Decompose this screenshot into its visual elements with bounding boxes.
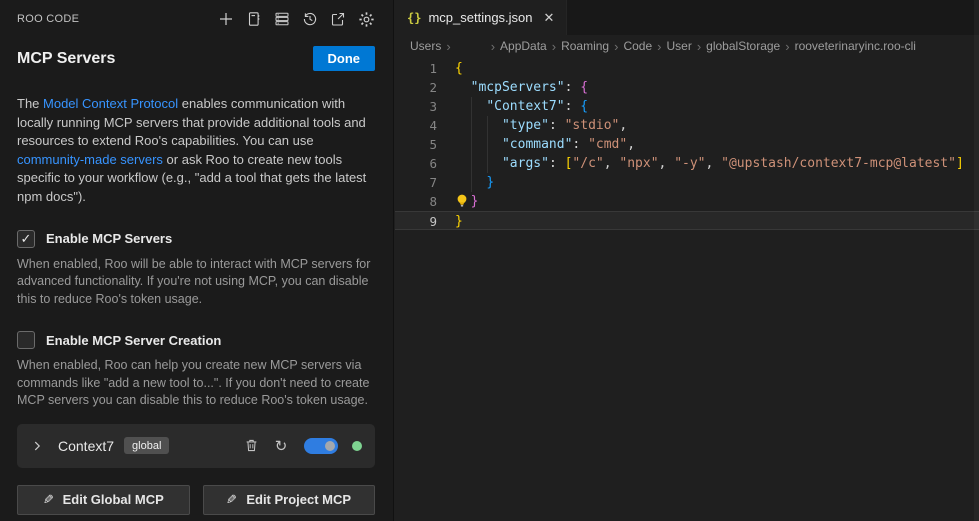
chevron-right-icon: › <box>614 39 618 54</box>
json-file-icon: {} <box>407 11 421 25</box>
code-line[interactable]: 2 "mcpServers": { <box>395 78 979 97</box>
code-line[interactable]: 1{ <box>395 59 979 78</box>
line-number: 4 <box>395 116 437 135</box>
enable-mcp-creation-row: Enable MCP Server Creation <box>17 331 375 349</box>
enable-mcp-creation-label: Enable MCP Server Creation <box>46 333 221 348</box>
edit-buttons-row: ✎ Edit Global MCP ✎ Edit Project MCP <box>17 485 375 515</box>
panel-header: ROO CODE <box>17 10 375 28</box>
extension-title: ROO CODE <box>17 13 79 25</box>
server-name: Context7 <box>58 438 114 454</box>
enable-mcp-creation-section: Enable MCP Server Creation When enabled,… <box>17 331 375 410</box>
restart-server-icon[interactable]: ↻ <box>270 435 292 457</box>
tab-mcp-settings[interactable]: {} mcp_settings.json ✕ <box>395 0 567 35</box>
open-in-editor-icon[interactable] <box>329 10 347 28</box>
expand-chevron-icon[interactable] <box>30 439 44 453</box>
scope-badge: global <box>124 437 169 454</box>
line-number: 3 <box>395 97 437 116</box>
tab-filename: mcp_settings.json <box>428 10 532 25</box>
enable-mcp-servers-section: ✓ Enable MCP Servers When enabled, Roo w… <box>17 230 375 309</box>
toggle-knob <box>325 441 335 451</box>
edit-project-mcp-button[interactable]: ✎ Edit Project MCP <box>203 485 376 515</box>
editor-scrollbar[interactable] <box>974 0 979 521</box>
code-lines: 1{2 "mcpServers": {3 "Context7": {4 "typ… <box>395 59 979 230</box>
line-number: 7 <box>395 173 437 192</box>
line-number: 9 <box>395 212 437 229</box>
breadcrumb: Users › › AppData › Roaming › Code › User › globalS… <box>395 35 979 57</box>
intro-paragraph: The Model Context Protocol enables commu… <box>17 95 375 207</box>
breadcrumb-segment[interactable]: globalStorage <box>706 39 780 53</box>
line-number: 8 <box>395 192 437 211</box>
title-row: MCP Servers Done <box>17 46 375 71</box>
lightbulb-icon[interactable] <box>455 193 470 209</box>
edit-global-mcp-label: Edit Global MCP <box>63 492 164 507</box>
code-line[interactable]: 4 "type": "stdio", <box>395 116 979 135</box>
chevron-right-icon: › <box>446 39 450 54</box>
line-number: 1 <box>395 59 437 78</box>
breadcrumb-segment[interactable]: AppData <box>500 39 547 53</box>
editor-pane: {} mcp_settings.json ✕ Users › › AppData › Ro… <box>395 0 979 521</box>
breadcrumb-segment[interactable]: Users <box>410 39 441 53</box>
edit-project-mcp-label: Edit Project MCP <box>246 492 351 507</box>
header-icon-row <box>217 10 375 28</box>
chevron-right-icon: › <box>552 39 556 54</box>
done-button[interactable]: Done <box>313 46 376 71</box>
edit-global-mcp-button[interactable]: ✎ Edit Global MCP <box>17 485 190 515</box>
line-number: 6 <box>395 154 437 173</box>
new-task-plus-icon[interactable] <box>217 10 235 28</box>
server-enabled-toggle[interactable] <box>304 438 338 454</box>
roo-code-sidebar: ROO CODE <box>0 0 394 521</box>
enable-mcp-servers-row: ✓ Enable MCP Servers <box>17 230 375 248</box>
breadcrumb-segment[interactable]: Code <box>623 39 652 53</box>
enable-mcp-creation-checkbox[interactable] <box>17 331 35 349</box>
breadcrumb-segment[interactable]: User <box>666 39 691 53</box>
breadcrumb-segment[interactable]: rooveterinaryinc.roo-cli <box>795 39 916 53</box>
mcp-server-row[interactable]: Context7 global ↻ <box>17 424 375 468</box>
settings-gear-icon[interactable] <box>357 10 375 28</box>
model-context-protocol-link[interactable]: Model Context Protocol <box>43 96 178 111</box>
mcp-servers-icon[interactable] <box>273 10 291 28</box>
enable-mcp-creation-description: When enabled, Roo can help you create ne… <box>17 357 375 410</box>
code-line[interactable]: 3 "Context7": { <box>395 97 979 116</box>
delete-server-trash-icon[interactable] <box>240 435 262 457</box>
history-icon[interactable] <box>301 10 319 28</box>
code-line[interactable]: 6 "args": ["/c", "npx", "-y", "@upstash/… <box>395 154 979 173</box>
chevron-right-icon: › <box>491 39 495 54</box>
enable-mcp-servers-checkbox[interactable]: ✓ <box>17 230 35 248</box>
chevron-right-icon: › <box>785 39 789 54</box>
app-window: ROO CODE <box>0 0 979 521</box>
tab-bar: {} mcp_settings.json ✕ <box>395 0 979 35</box>
community-made-servers-link[interactable]: community-made servers <box>17 152 163 167</box>
chevron-right-icon: › <box>657 39 661 54</box>
page-title: MCP Servers <box>17 50 115 68</box>
line-number: 2 <box>395 78 437 97</box>
code-line[interactable]: 8 } <box>395 192 979 211</box>
code-line[interactable]: 7 } <box>395 173 979 192</box>
pencil-icon: ✎ <box>226 492 237 508</box>
checkmark-icon: ✓ <box>21 231 32 247</box>
line-number: 5 <box>395 135 437 154</box>
prompts-notebook-icon[interactable] <box>245 10 263 28</box>
pencil-icon: ✎ <box>43 492 54 508</box>
chevron-right-icon: › <box>697 39 701 54</box>
code-line[interactable]: 9} <box>395 211 979 230</box>
breadcrumb-segment[interactable]: Roaming <box>561 39 609 53</box>
intro-text: The <box>17 96 43 111</box>
code-line[interactable]: 5 "command": "cmd", <box>395 135 979 154</box>
code-area[interactable]: 1{2 "mcpServers": {3 "Context7": {4 "typ… <box>395 57 979 230</box>
enable-mcp-servers-label: Enable MCP Servers <box>46 231 172 246</box>
close-tab-icon[interactable]: ✕ <box>544 10 555 26</box>
server-status-dot <box>352 441 362 451</box>
enable-mcp-servers-description: When enabled, Roo will be able to intera… <box>17 256 375 309</box>
